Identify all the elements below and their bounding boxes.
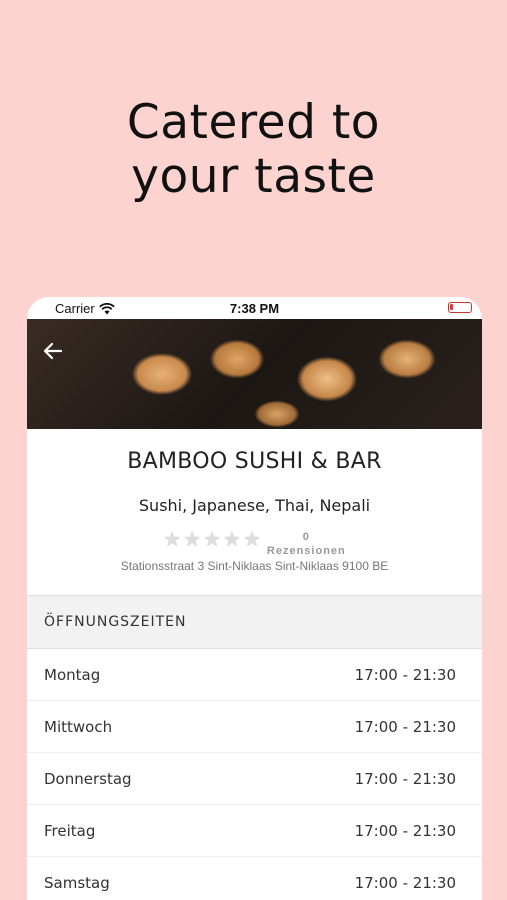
restaurant-info: BAMBOO SUSHI & BAR Sushi, Japanese, Thai… [27,429,482,596]
hours-time: 17:00 - 21:30 [354,665,456,684]
star-icon: ★ [242,529,261,551]
hours-day: Donnerstag [44,769,132,788]
review-count[interactable]: 0 Rezensionen [267,530,346,558]
hours-time: 17:00 - 21:30 [354,717,456,736]
hours-day: Montag [44,665,101,684]
hours-day: Freitag [44,821,96,840]
hours-row: Freitag 17:00 - 21:30 [27,805,482,857]
status-bar: Carrier 7:38 PM [27,297,482,319]
hours-time: 17:00 - 21:30 [354,821,456,840]
hours-row: Donnerstag 17:00 - 21:30 [27,753,482,805]
opening-hours-list: Montag 17:00 - 21:30 Mittwoch 17:00 - 21… [27,649,482,900]
restaurant-address: Stationsstraat 3 Sint-Niklaas Sint-Nikla… [120,559,389,573]
star-rating: ★ ★ ★ ★ ★ [163,530,261,550]
star-icon: ★ [223,529,241,551]
hours-time: 17:00 - 21:30 [354,769,456,788]
restaurant-name: BAMBOO SUSHI & BAR [127,449,382,474]
battery-icon [448,302,472,313]
review-count-label: Rezensionen [266,545,346,557]
rating-row: ★ ★ ★ ★ ★ 0 Rezensionen [27,527,482,559]
hours-day: Samstag [44,873,110,892]
hours-day: Mittwoch [44,717,113,736]
hours-row: Mittwoch 17:00 - 21:30 [27,701,482,753]
star-icon: ★ [203,529,222,551]
headline-line-1: Catered to [126,95,381,150]
promo-headline: Catered to your taste [0,96,507,204]
star-icon: ★ [183,529,202,551]
review-count-number: 0 [302,531,310,543]
headline-line-2: your taste [131,149,376,204]
hours-row: Montag 17:00 - 21:30 [27,649,482,701]
restaurant-hero-image [27,319,482,429]
phone-screen: Carrier 7:38 PM BAMBOO SUSHI & BAR Sushi… [27,297,482,900]
opening-hours-header: ÖFFNUNGSZEITEN [27,596,482,649]
status-time: 7:38 PM [229,301,280,316]
hours-time: 17:00 - 21:30 [354,873,456,892]
back-arrow-icon[interactable] [41,339,65,363]
cuisine-list: Sushi, Japanese, Thai, Nepali [138,496,371,515]
star-icon: ★ [163,529,182,551]
hours-row: Samstag 17:00 - 21:30 [27,857,482,900]
